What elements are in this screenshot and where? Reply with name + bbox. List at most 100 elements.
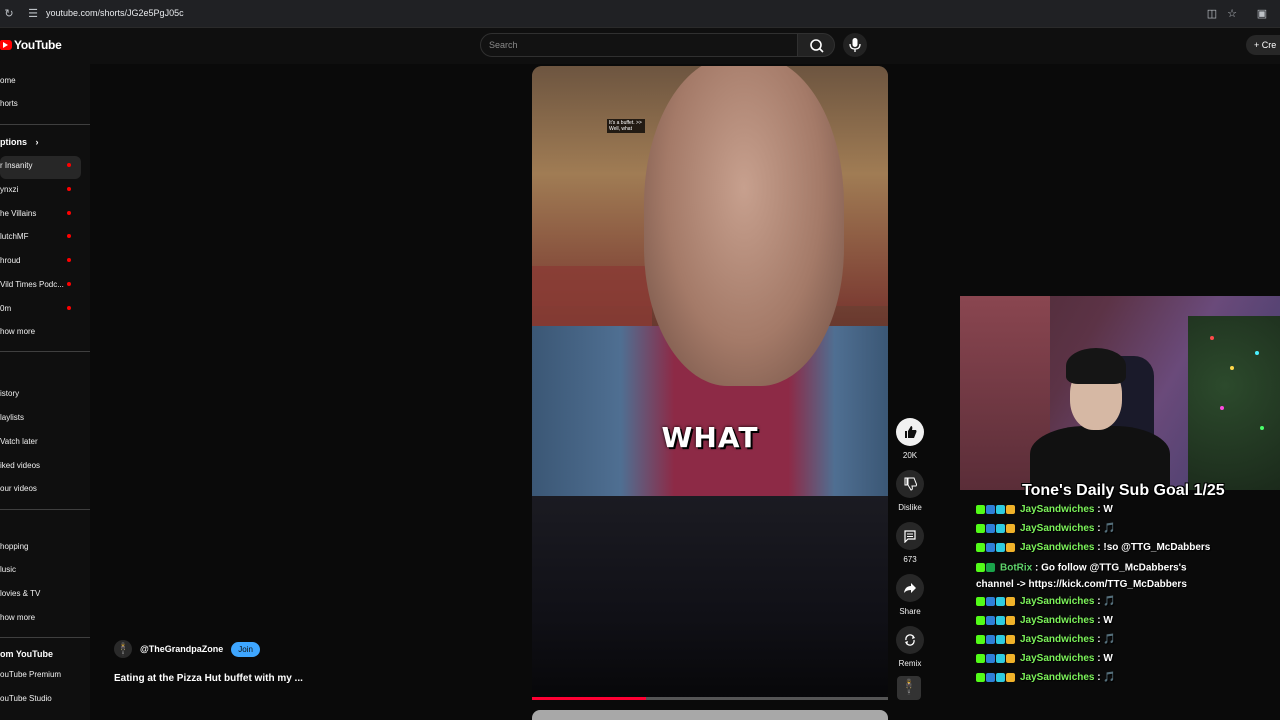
- microphone-icon: [849, 38, 861, 52]
- chat-badges-icon: [976, 672, 1016, 683]
- subscriptions-heading[interactable]: ptions ›: [0, 137, 39, 147]
- chat-badges-icon: [976, 523, 1016, 534]
- chat-message: BotRix : Go follow @TTG_McDabbers's chan…: [976, 560, 1216, 593]
- share-button[interactable]: Share: [895, 574, 925, 616]
- browser-toolbar: ↻ ☰ youtube.com/shorts/JG2e5PgJ05c ◫ ☆ ▣: [0, 0, 1280, 28]
- sidebar-item-music[interactable]: lusic: [0, 565, 16, 574]
- search-icon: [810, 39, 824, 53]
- search-input[interactable]: Search: [480, 33, 798, 57]
- light-dot: [1260, 426, 1264, 430]
- sidebar-item-subscription[interactable]: 0m: [0, 304, 11, 313]
- video-table: [532, 496, 888, 700]
- create-button[interactable]: + Cre: [1246, 35, 1280, 55]
- sidebar-item-premium[interactable]: ouTube Premium: [0, 670, 61, 679]
- plus-icon: +: [1254, 40, 1262, 50]
- sidebar-item-subscription[interactable]: Vild Times Podc...: [0, 280, 64, 289]
- sidebar-divider: [0, 351, 90, 352]
- sidebar-item-subscription[interactable]: hroud: [0, 256, 20, 265]
- sidebar-item-shorts[interactable]: horts: [0, 99, 18, 108]
- video-progress-bar[interactable]: [532, 697, 888, 700]
- chat-badges-icon: [976, 596, 1016, 607]
- sidebar-item-subscription[interactable]: r Insanity: [0, 161, 32, 170]
- chevron-right-icon: ›: [35, 137, 39, 147]
- show-more-subscriptions[interactable]: how more: [0, 327, 35, 336]
- live-icon: [66, 233, 72, 239]
- search-placeholder: Search: [489, 40, 518, 50]
- like-count: 20K: [902, 451, 918, 460]
- sidebar-item-history[interactable]: istory: [0, 389, 19, 398]
- light-dot: [1220, 406, 1224, 410]
- join-button[interactable]: Join: [231, 641, 260, 657]
- chat-message: JaySandwiches : 🎵: [976, 634, 1116, 645]
- voice-search-button[interactable]: [843, 33, 867, 57]
- more-from-youtube-heading: om YouTube: [0, 649, 53, 659]
- sidebar-item-liked-videos[interactable]: iked videos: [0, 461, 40, 470]
- channel-row: 🕴 @TheGrandpaZone Join: [114, 640, 260, 658]
- shorts-video-player[interactable]: It's a buffet. >> Well, what WHAT: [532, 66, 888, 700]
- sound-avatar-icon[interactable]: 🕴: [897, 676, 921, 700]
- video-subtitle-overlay: It's a buffet. >> Well, what: [607, 119, 645, 133]
- reload-icon[interactable]: ↻: [2, 7, 16, 21]
- webcam-streamer: [1022, 336, 1172, 490]
- streamer-webcam: [960, 296, 1280, 490]
- video-face: [644, 66, 844, 386]
- thumbs-up-icon: [896, 418, 924, 446]
- sidebar: ome horts ptions › r Insanity ynxzi he V…: [0, 64, 90, 720]
- sidebar-item-studio[interactable]: ouTube Studio: [0, 694, 52, 703]
- chat-message: JaySandwiches : W: [976, 504, 1113, 515]
- sidebar-item-shopping[interactable]: hopping: [0, 542, 28, 551]
- bookmark-star-icon[interactable]: ☆: [1225, 7, 1239, 21]
- extensions-icon[interactable]: ▣: [1255, 7, 1269, 21]
- like-button[interactable]: 20K: [895, 418, 925, 460]
- sidebar-divider: [0, 124, 90, 125]
- chat-message: JaySandwiches : W: [976, 653, 1113, 664]
- show-more-explore[interactable]: how more: [0, 613, 35, 622]
- chat-message: JaySandwiches : W: [976, 615, 1113, 626]
- light-dot: [1255, 351, 1259, 355]
- sidebar-divider: [0, 637, 90, 638]
- sidebar-divider: [0, 509, 90, 510]
- channel-avatar[interactable]: 🕴: [114, 640, 132, 658]
- chat-badges-icon: [976, 653, 1016, 664]
- comment-icon: [896, 522, 924, 550]
- address-bar[interactable]: youtube.com/shorts/JG2e5PgJ05c: [46, 8, 184, 18]
- video-title[interactable]: Eating at the Pizza Hut buffet with my .…: [114, 673, 303, 684]
- dislike-label: Dislike: [898, 503, 922, 512]
- chat-badges-icon: [976, 560, 996, 576]
- share-icon: [896, 574, 924, 602]
- remix-label: Remix: [898, 659, 922, 668]
- light-dot: [1210, 336, 1214, 340]
- comments-button[interactable]: 673: [895, 522, 925, 564]
- chat-badges-icon: [976, 615, 1016, 626]
- sidebar-item-subscription[interactable]: he Villains: [0, 209, 36, 218]
- next-short-preview[interactable]: [532, 710, 888, 720]
- sidebar-item-movies-tv[interactable]: lovies & TV: [0, 589, 40, 598]
- comments-count: 673: [903, 555, 917, 564]
- chat-message: JaySandwiches : 🎵: [976, 596, 1116, 607]
- sidebar-item-playlists[interactable]: laylists: [0, 413, 24, 422]
- youtube-logo[interactable]: YouTube: [0, 38, 62, 52]
- remix-button[interactable]: Remix: [895, 626, 925, 668]
- logo-text: YouTube: [14, 38, 62, 52]
- install-app-icon[interactable]: ◫: [1205, 7, 1219, 21]
- thumbs-down-icon: [896, 470, 924, 498]
- live-icon: [66, 162, 72, 168]
- live-icon: [66, 186, 72, 192]
- sidebar-item-watch-later[interactable]: Vatch later: [0, 437, 38, 446]
- sidebar-item-home[interactable]: ome: [0, 76, 16, 85]
- sidebar-item-your-videos[interactable]: our videos: [0, 484, 37, 493]
- chat-badges-icon: [976, 504, 1016, 515]
- webcam-christmas-tree: [1188, 316, 1280, 490]
- video-caption: WHAT: [661, 421, 759, 454]
- chat-message: JaySandwiches : !so @TTG_McDabbers: [976, 542, 1210, 553]
- sub-goal-text: Tone's Daily Sub Goal 1/25: [1022, 482, 1225, 499]
- sidebar-item-subscription[interactable]: lutchMF: [0, 232, 28, 241]
- chat-message: JaySandwiches : 🎵: [976, 672, 1116, 683]
- channel-name[interactable]: @TheGrandpaZone: [140, 644, 223, 654]
- sidebar-item-subscription[interactable]: ynxzi: [0, 185, 18, 194]
- search-button[interactable]: [797, 33, 835, 57]
- dislike-button[interactable]: Dislike: [895, 470, 925, 512]
- site-info-icon[interactable]: ☰: [26, 7, 40, 21]
- live-icon: [66, 210, 72, 216]
- light-dot: [1230, 366, 1234, 370]
